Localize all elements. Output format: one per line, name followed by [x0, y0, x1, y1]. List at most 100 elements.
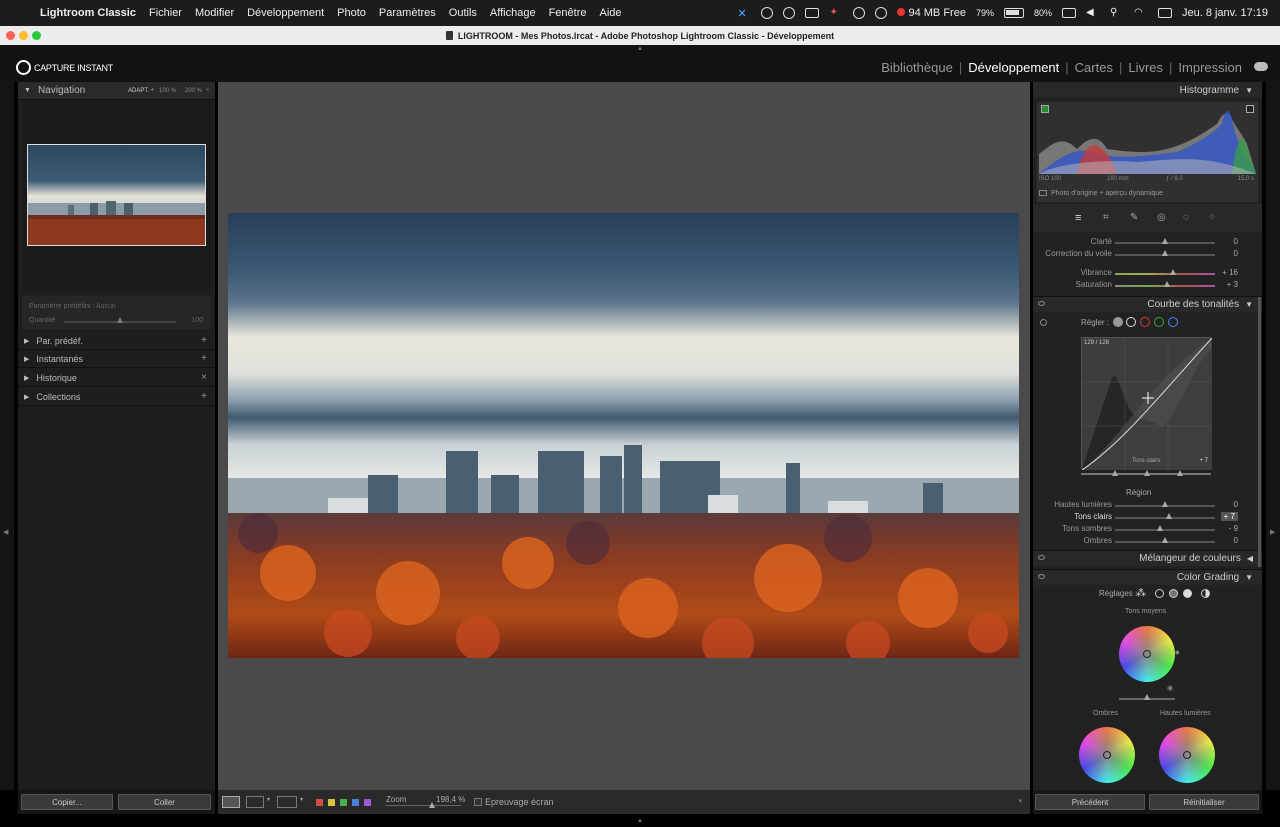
three-way-icon[interactable]: ⁂ [1136, 588, 1146, 599]
histogram[interactable]: ISO 100 160 mm ƒ / 8,0 15,0 s Photo d'or… [1037, 102, 1258, 202]
shadows-color-wheel[interactable] [1079, 727, 1135, 783]
identity-plate[interactable]: CAPTURE INSTANT [16, 60, 113, 75]
slider-thumb[interactable] [1170, 269, 1176, 275]
midtones-wheel-handle[interactable] [1143, 650, 1151, 658]
midtones-color-wheel[interactable] [1119, 626, 1175, 682]
expand-triangle-icon[interactable]: ◀ [1247, 554, 1253, 563]
bluetooth-icon[interactable]: ✕ [737, 7, 751, 20]
left-edge-bar[interactable]: ◀ [0, 82, 14, 790]
histogram-header[interactable]: Histogramme ▼ [1033, 82, 1262, 98]
edit-sliders-icon[interactable]: ≡ [1075, 212, 1081, 224]
expand-triangle-icon[interactable]: ▶ [24, 337, 29, 345]
section-par-predef[interactable]: ▶ Par. prédéf. + [18, 332, 215, 350]
expand-triangle-icon[interactable]: ▶ [24, 355, 29, 363]
global-wheel-icon[interactable] [1201, 589, 1210, 598]
slider-track[interactable] [1115, 273, 1215, 275]
display-icon[interactable] [805, 8, 820, 18]
loupe-view-button[interactable] [222, 796, 240, 808]
tone-curve-graph[interactable]: 129 / 128 Tons clairs + 7 [1081, 337, 1213, 471]
module-cartes[interactable]: Cartes [1075, 60, 1113, 75]
control-center-icon[interactable] [1157, 8, 1172, 18]
main-photo[interactable] [228, 213, 1019, 658]
visibility-eye-icon[interactable] [1038, 555, 1045, 560]
slider-value[interactable]: + 7 [1220, 512, 1238, 521]
navigator-thumbnail[interactable] [27, 144, 206, 246]
add-collection-icon[interactable]: + [201, 391, 207, 402]
apple-icon[interactable] [12, 6, 26, 20]
color-mixer-header[interactable]: Mélangeur de couleurs ◀ [1033, 550, 1262, 566]
slider-value[interactable]: 0 [1234, 237, 1238, 246]
slider-thumb[interactable] [1157, 525, 1163, 531]
search-icon[interactable]: ⚲ [1110, 7, 1124, 19]
bartender-icon[interactable]: ✦ [829, 7, 843, 19]
menu-aide[interactable]: Aide [600, 7, 622, 19]
parametric-curve-icon[interactable] [1113, 317, 1123, 327]
creative-cloud-icon[interactable] [761, 7, 774, 19]
section-collections[interactable]: ▶ Collections + [18, 388, 215, 406]
slider-value[interactable]: 0 [1234, 249, 1238, 258]
paste-settings-button[interactable]: Coller [118, 794, 211, 810]
highlights-wheel-handle[interactable] [1183, 751, 1191, 759]
module-impression[interactable]: Impression [1178, 60, 1242, 75]
color-label-purple[interactable] [364, 799, 371, 806]
zoom-100-option[interactable]: 100 % [159, 88, 176, 94]
slider-value[interactable]: + 16 [1222, 268, 1238, 277]
zoom-fit-option[interactable]: ADAPT. ÷ [128, 88, 154, 94]
zoom-slider-thumb[interactable] [429, 802, 435, 808]
preview-icon[interactable] [1039, 190, 1047, 196]
color-label-blue[interactable] [352, 799, 359, 806]
slider-track[interactable] [1115, 529, 1215, 531]
point-curve-red-icon[interactable] [1140, 317, 1150, 327]
record-icon[interactable] [853, 7, 866, 19]
collapse-triangle-icon[interactable]: ▼ [1245, 573, 1253, 582]
memory-status[interactable]: 94 MB Free [897, 7, 966, 19]
point-curve-blue-icon[interactable] [1168, 317, 1178, 327]
right-panel-scrollbar[interactable] [1258, 297, 1261, 567]
add-snapshot-icon[interactable]: + [201, 353, 207, 364]
menu-outils[interactable]: Outils [449, 7, 477, 19]
target-adjust-icon[interactable] [1040, 319, 1047, 326]
masking-icon[interactable]: ◌ [1183, 212, 1189, 223]
color-label-yellow[interactable] [328, 799, 335, 806]
split-point-2[interactable] [1144, 470, 1150, 476]
slider-row[interactable]: Tons sombres - 9 [1033, 524, 1262, 536]
expand-triangle-icon[interactable]: ▶ [24, 374, 29, 382]
midtones-link-icon[interactable]: ◉ [1167, 684, 1173, 692]
slider-value[interactable]: + 3 [1227, 280, 1238, 289]
highlights-wheel-icon[interactable] [1183, 589, 1192, 598]
slider-row[interactable]: Correction du voile 0 [1033, 249, 1262, 261]
top-panel-toggle-icon[interactable]: ▲ [637, 46, 643, 52]
midtones-luminance-thumb[interactable] [1144, 694, 1150, 700]
collapse-triangle-icon[interactable]: ▼ [24, 87, 31, 94]
color-grading-header[interactable]: Color Grading ▼ [1033, 569, 1262, 585]
shadows-wheel-icon[interactable] [1155, 589, 1164, 598]
slider-value[interactable]: 0 [1234, 500, 1238, 509]
navigation-header[interactable]: ▼ Navigation ADAPT. ÷ 100 % 200 % ÷ [18, 82, 215, 100]
cloud-sync-icon[interactable] [1254, 62, 1268, 71]
zoom-200-option[interactable]: 200 % [185, 88, 202, 94]
menu-modifier[interactable]: Modifier [195, 7, 234, 19]
clear-history-icon[interactable]: × [201, 372, 207, 383]
menu-affichage[interactable]: Affichage [490, 7, 536, 19]
red-eye-icon[interactable]: ◎ [1157, 212, 1166, 223]
wifi-icon[interactable]: ◠ [1134, 7, 1148, 19]
slider-thumb[interactable] [1162, 501, 1168, 507]
color-label-red[interactable] [316, 799, 323, 806]
highlights-color-wheel[interactable] [1159, 727, 1215, 783]
navigator-preview[interactable] [22, 100, 211, 290]
collapse-triangle-icon[interactable]: ▼ [1245, 86, 1253, 95]
visibility-eye-icon[interactable] [1038, 574, 1045, 579]
reset-button[interactable]: Réinitialiser [1149, 794, 1259, 810]
healing-icon[interactable]: ✎ [1130, 212, 1138, 223]
datetime[interactable]: Jeu. 8 janv. 17:19 [1182, 7, 1268, 19]
menu-photo[interactable]: Photo [337, 7, 366, 19]
midtones-wheel-icon[interactable] [1169, 589, 1178, 598]
slider-thumb[interactable] [1164, 281, 1170, 287]
volume-icon[interactable]: ◀ [1086, 7, 1100, 19]
ai-edit-icon[interactable]: ✧ [1208, 212, 1216, 223]
module-bibliotheque[interactable]: Bibliothèque [881, 60, 953, 75]
slider-thumb[interactable] [1162, 537, 1168, 543]
module-livres[interactable]: Livres [1128, 60, 1163, 75]
visibility-eye-icon[interactable] [1038, 301, 1045, 306]
menu-fichier[interactable]: Fichier [149, 7, 182, 19]
